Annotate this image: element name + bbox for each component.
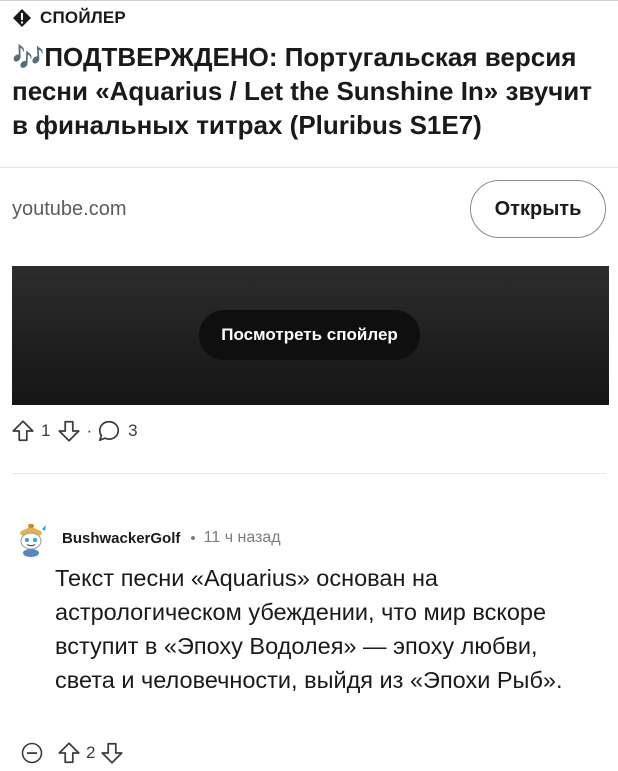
comments-count: 3 [128,421,138,440]
open-link-button[interactable]: Открыть [470,180,606,238]
snoo-avatar-icon[interactable] [12,519,50,557]
comment-upvote-arrow-up-icon[interactable] [56,740,82,766]
comment-downvote-arrow-down-icon[interactable] [99,740,125,766]
comment-action-bar: 2 [20,738,125,768]
alert-diamond-icon [13,9,31,27]
post-title[interactable]: 🎶ПОДТВЕРЖДЕНО: Португальская версия песн… [12,40,610,142]
downvote-arrow-down-icon[interactable] [56,418,82,444]
spoiler-media-overlay[interactable]: Посмотреть спойлер [12,266,609,405]
comment-text: Текст песни «Aquarius» основан на астрол… [55,565,563,693]
upvote-arrow-up-icon[interactable] [10,418,36,444]
meta-separator: • [190,529,196,547]
comment-username[interactable]: BushwackerGolf [62,530,180,547]
post-vote-count: 1 [41,421,51,440]
comment-vote-count: 2 [86,743,96,762]
spoiler-label: СПОЙЛЕР [40,8,126,27]
comment-timestamp: 11 ч назад [203,529,281,546]
comment-header: BushwackerGolf • 11 ч назад [12,519,281,557]
link-domain[interactable]: youtube.com [12,198,127,221]
top-border [0,0,618,1]
post-action-bar: 1 · 3 [12,417,138,445]
collapse-minus-icon[interactable] [20,741,44,765]
reveal-spoiler-button[interactable]: Посмотреть спойлер [199,310,420,360]
comments-speech-bubble-icon[interactable] [96,418,122,444]
spoiler-tag: СПОЙЛЕР [12,8,126,28]
post-comments-divider [12,473,606,474]
link-preview-card[interactable]: youtube.com Открыть [0,167,618,250]
action-separator: · [86,421,93,440]
